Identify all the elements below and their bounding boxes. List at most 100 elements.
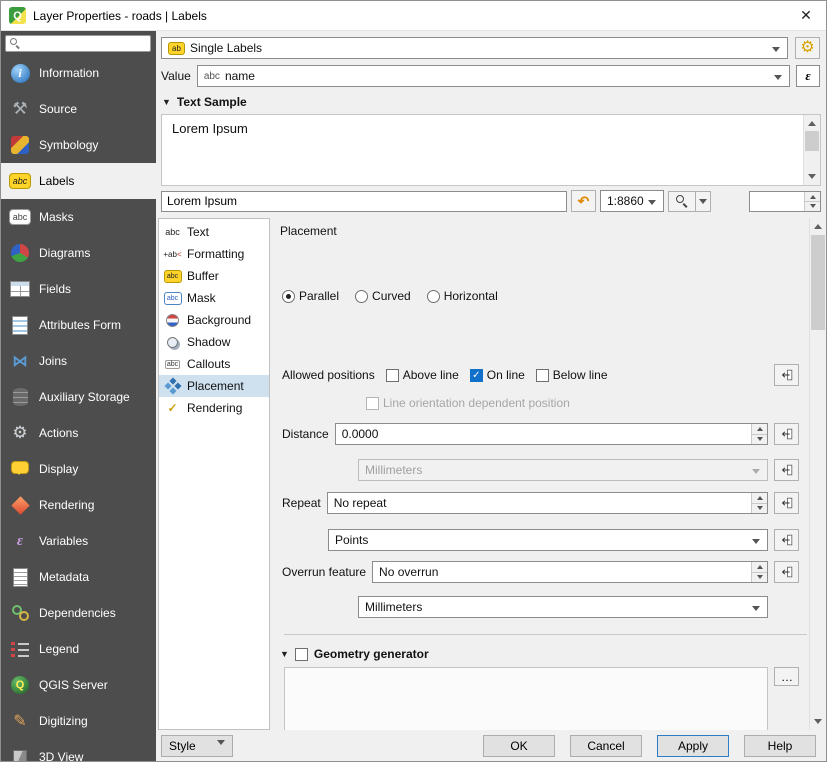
sidebar-item-fields[interactable]: Fields	[1, 271, 156, 307]
masks-icon	[8, 205, 32, 229]
tab-text[interactable]: Text	[159, 221, 269, 243]
sidebar-item-actions[interactable]: Actions	[1, 415, 156, 451]
scroll-up-button[interactable]	[810, 218, 826, 233]
sidebar-item-dependencies[interactable]: Dependencies	[1, 595, 156, 631]
qgis-logo-icon: Q	[9, 7, 26, 24]
actions-gear-icon	[8, 421, 32, 445]
auxiliary-storage-icon	[8, 385, 32, 409]
spin-up-button[interactable]	[751, 424, 767, 434]
tab-shadow[interactable]: Shadow	[159, 331, 269, 353]
sidebar-item-masks[interactable]: Masks	[1, 199, 156, 235]
sidebar-item-rendering[interactable]: Rendering	[1, 487, 156, 523]
checkbox-below-line[interactable]: Below line	[536, 368, 608, 382]
label-mode-select[interactable]: Single Labels	[161, 37, 788, 59]
radio-horizontal[interactable]: Horizontal	[427, 289, 498, 303]
radio-parallel[interactable]: Parallel	[282, 289, 339, 303]
spin-down-button[interactable]	[751, 572, 767, 583]
distance-override-button[interactable]	[774, 423, 799, 445]
tab-placement[interactable]: Placement	[159, 375, 269, 397]
spin-up-button[interactable]	[751, 562, 767, 572]
sidebar-item-display[interactable]: Display	[1, 451, 156, 487]
sidebar-item-source[interactable]: Source	[1, 91, 156, 127]
repeat-unit-select[interactable]: Points	[328, 529, 768, 551]
checkbox-icon	[386, 369, 399, 382]
distance-spinbox[interactable]: 0.0000	[335, 423, 768, 445]
style-menu-button[interactable]: Style	[161, 735, 233, 757]
scroll-down-button[interactable]	[810, 715, 826, 730]
spin-down-button[interactable]	[751, 503, 767, 514]
sidebar-search-box[interactable]	[5, 35, 151, 52]
sidebar-item-qgis-server[interactable]: QGIS Server	[1, 667, 156, 703]
sidebar-item-joins[interactable]: Joins	[1, 343, 156, 379]
joins-icon	[8, 349, 32, 373]
apply-button[interactable]: Apply	[657, 735, 729, 757]
geometry-generator-row: …	[284, 667, 809, 730]
scrollbar-thumb[interactable]	[811, 235, 825, 330]
titlebar: Q Layer Properties - roads | Labels ✕	[1, 1, 826, 31]
text-sample-section-header[interactable]: ▼ Text Sample	[162, 95, 826, 109]
sidebar-item-metadata[interactable]: Metadata	[1, 559, 156, 595]
sidebar-item-symbology[interactable]: Symbology	[1, 127, 156, 163]
map-scale-tool-button[interactable]	[668, 191, 711, 212]
sidebar-item-digitizing[interactable]: Digitizing	[1, 703, 156, 739]
preview-option-spinbox[interactable]	[749, 191, 821, 212]
sidebar-item-information[interactable]: Information	[1, 55, 156, 91]
spin-down-button[interactable]	[751, 434, 767, 445]
dropdown-arrow-icon[interactable]	[695, 192, 710, 211]
overrun-unit-select[interactable]: Millimeters	[358, 596, 768, 618]
label-mode-row: Single Labels ⚙	[161, 37, 820, 59]
expression-builder-button[interactable]: ε	[796, 65, 820, 87]
distance-unit-override-button[interactable]	[774, 459, 799, 481]
sidebar-search-input[interactable]	[25, 38, 146, 50]
allowed-positions-override-button[interactable]	[774, 364, 799, 386]
reset-sample-button[interactable]: ↶	[571, 190, 596, 212]
buffer-tab-icon	[163, 268, 182, 285]
close-button[interactable]: ✕	[788, 2, 824, 30]
ok-button[interactable]: OK	[483, 735, 555, 757]
scroll-down-button[interactable]	[804, 170, 820, 185]
tab-background[interactable]: Background	[159, 309, 269, 331]
geometry-expression-area[interactable]	[284, 667, 768, 730]
value-field-select[interactable]: abc name	[197, 65, 790, 87]
geometry-generator-header[interactable]: ▼ Geometry generator	[280, 647, 809, 661]
geometry-generator-checkbox[interactable]	[295, 648, 308, 661]
geometry-expression-button[interactable]: …	[774, 667, 799, 686]
sidebar-item-auxiliary-storage[interactable]: Auxiliary Storage	[1, 379, 156, 415]
tab-rendering[interactable]: Rendering	[159, 397, 269, 419]
tab-formatting[interactable]: Formatting	[159, 243, 269, 265]
tab-buffer[interactable]: Buffer	[159, 265, 269, 287]
sidebar-item-attributes-form[interactable]: Attributes Form	[1, 307, 156, 343]
sample-text-input[interactable]	[161, 191, 567, 212]
scrollbar-track[interactable]	[810, 233, 826, 715]
overrun-override-button[interactable]	[774, 561, 799, 583]
repeat-override-button[interactable]	[774, 492, 799, 514]
placement-scrollbar	[809, 218, 826, 730]
magnifier-icon	[669, 192, 695, 211]
sample-controls-row: ↶ 1:8860	[161, 190, 821, 212]
sidebar-item-legend[interactable]: Legend	[1, 631, 156, 667]
sidebar-item-variables[interactable]: Variables	[1, 523, 156, 559]
scroll-up-button[interactable]	[804, 115, 820, 130]
spin-down-button[interactable]	[804, 201, 820, 211]
spin-up-button[interactable]	[804, 192, 820, 201]
radio-curved[interactable]: Curved	[355, 289, 411, 303]
sidebar-item-diagrams[interactable]: Diagrams	[1, 235, 156, 271]
checkbox-above-line[interactable]: Above line	[386, 368, 459, 382]
tab-mask[interactable]: Mask	[159, 287, 269, 309]
repeat-unit-override-button[interactable]	[774, 529, 799, 551]
data-defined-override-icon	[780, 368, 794, 382]
sidebar-item-labels[interactable]: Labels	[1, 163, 156, 199]
spin-up-button[interactable]	[751, 493, 767, 503]
variables-epsilon-icon	[8, 529, 32, 553]
auto-placement-settings-button[interactable]: ⚙	[795, 37, 820, 59]
sidebar-item-3d-view[interactable]: 3D View	[1, 739, 156, 761]
tab-callouts[interactable]: Callouts	[159, 353, 269, 375]
preview-scale-combo[interactable]: 1:8860	[600, 190, 664, 212]
overrun-spinbox[interactable]: No overrun	[372, 561, 768, 583]
checkbox-on-line[interactable]: On line	[470, 368, 525, 382]
help-button[interactable]: Help	[744, 735, 816, 757]
repeat-spinbox[interactable]: No repeat	[327, 492, 768, 514]
scrollbar-thumb[interactable]	[805, 131, 819, 151]
scrollbar-track[interactable]	[804, 130, 820, 170]
cancel-button[interactable]: Cancel	[570, 735, 642, 757]
